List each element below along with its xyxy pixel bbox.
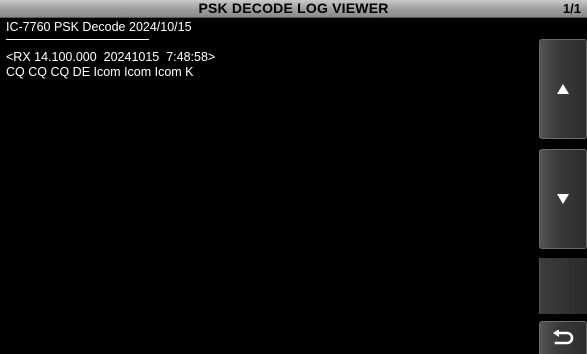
- scroll-down-button[interactable]: [539, 149, 587, 249]
- log-header: IC-7760 PSK Decode 2024/10/15: [6, 20, 192, 34]
- scroll-up-button[interactable]: [539, 39, 587, 139]
- page-indicator: 1/1: [562, 1, 581, 16]
- log-message: CQ CQ CQ DE Icom Icom Icom K: [6, 65, 194, 79]
- return-icon: [553, 330, 574, 345]
- log-separator: [6, 39, 149, 40]
- title-bar: PSK DECODE LOG VIEWER 1/1: [0, 0, 587, 18]
- page-title: PSK DECODE LOG VIEWER: [198, 0, 389, 16]
- log-rx-line: <RX 14.100.000 20241015 7:48:58>: [6, 50, 216, 64]
- log-viewer[interactable]: IC-7760 PSK Decode 2024/10/15 <RX 14.100…: [6, 20, 532, 350]
- arrow-up-icon: [557, 84, 569, 94]
- arrow-down-icon: [557, 194, 569, 204]
- back-button[interactable]: [539, 321, 587, 354]
- sidebar-blank: [539, 258, 587, 314]
